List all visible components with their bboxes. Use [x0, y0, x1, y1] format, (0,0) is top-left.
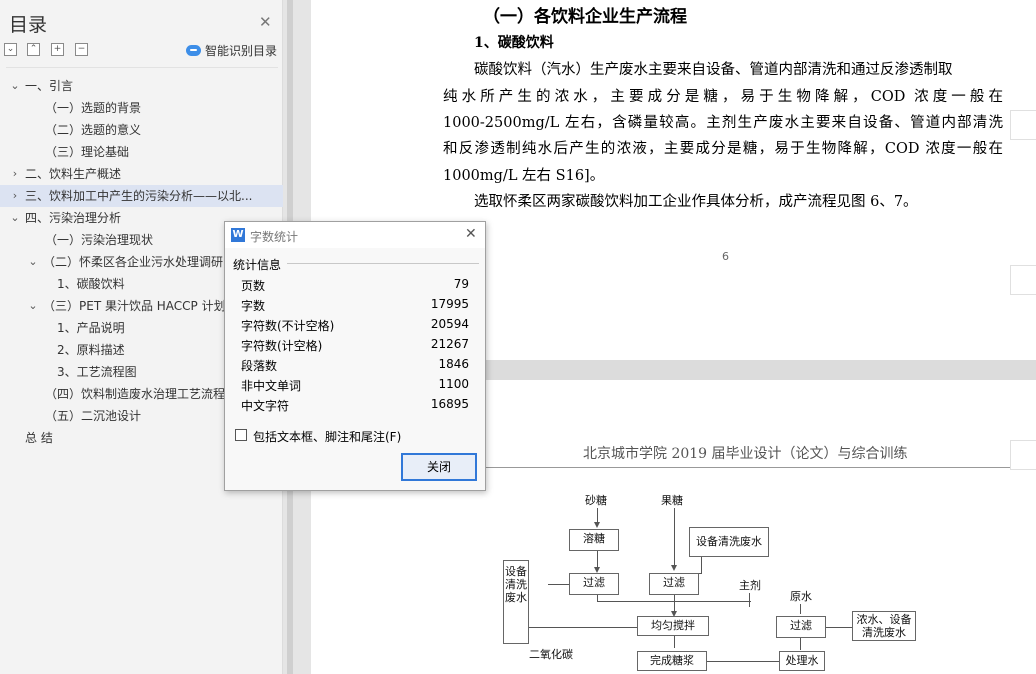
side-tool-button[interactable] — [1010, 265, 1036, 295]
paragraph-line: 和反渗透制纯水后产生的浓液，主要成分是糖，易于生物降解，COD 浓度一般在 — [443, 141, 1003, 157]
expand-all-icon[interactable]: ⌃ — [27, 43, 40, 56]
flow-box-side-wash: 设备清洗废水 — [503, 560, 529, 644]
paragraph-line: 1000mg/L 左右 S16]。 — [443, 168, 605, 184]
dialog-titlebar[interactable]: W 字数统计 ✕ — [225, 222, 485, 248]
stat-value: 1100 — [438, 377, 469, 391]
stat-label: 非中文单词 — [241, 379, 302, 393]
stat-value: 21267 — [430, 337, 469, 351]
chevron-right-icon[interactable]: › — [9, 185, 21, 207]
wps-writer-icon: W — [231, 228, 245, 242]
divider — [6, 67, 278, 68]
stat-value: 79 — [453, 277, 469, 291]
stat-value: 16895 — [430, 397, 469, 411]
stat-value: 17995 — [430, 297, 469, 311]
paragraph-line: 纯水所产生的浓水，主要成分是糖，易于生物降解，COD 浓度一般在 — [443, 89, 1003, 105]
flow-box-equipment-wash: 设备清洗废水 — [689, 527, 769, 557]
flow-box-filter: 过滤 — [776, 616, 826, 638]
paragraph-line: 选取怀柔区两家碳酸饮料加工企业作具体分析，成产流程见图 6、7。 — [474, 194, 918, 210]
stat-row: 字符数(不计空格) 20594 — [241, 317, 469, 337]
close-icon[interactable]: ✕ — [259, 13, 272, 31]
close-icon[interactable]: ✕ — [465, 226, 477, 242]
stat-row: 中文字符 16895 — [241, 397, 469, 417]
chevron-down-icon[interactable]: ⌄ — [27, 251, 39, 273]
flow-box-syrup: 完成糖浆 — [637, 651, 707, 671]
flowchart: 砂糖 果糖 溶糖 设备清洗废水 过滤 过滤 主剂 设备清洗废水 原水 均匀搅拌 … — [443, 480, 1008, 674]
toc-item[interactable]: （二）选题的意义 — [0, 119, 283, 141]
stat-value: 20594 — [430, 317, 469, 331]
cloud-icon — [186, 45, 201, 56]
stat-label: 字符数(计空格) — [241, 339, 323, 353]
dialog-title: 字数统计 — [250, 230, 299, 244]
toc-item-label: （一）选题的背景 — [45, 101, 142, 115]
stat-row: 字数 17995 — [241, 297, 469, 317]
stat-row: 段落数 1846 — [241, 357, 469, 377]
side-tool-button[interactable] — [1010, 440, 1036, 470]
stats-section-label: 统计信息 — [233, 258, 282, 272]
flow-box-treated-water: 处理水 — [779, 651, 825, 671]
toc-item[interactable]: （三）理论基础 — [0, 141, 283, 163]
flow-box-filter: 过滤 — [569, 573, 619, 595]
page-number: 6 — [722, 250, 729, 263]
chevron-down-icon[interactable]: ⌄ — [27, 295, 39, 317]
chevron-down-icon[interactable]: ⌄ — [9, 75, 21, 97]
flow-label-raw-water: 原水 — [790, 590, 812, 603]
collapse-all-icon[interactable]: ⌄ — [4, 43, 17, 56]
stat-row: 非中文单词 1100 — [241, 377, 469, 397]
stat-label: 页数 — [241, 279, 266, 293]
stat-label: 中文字符 — [241, 399, 290, 413]
remove-heading-icon[interactable]: − — [75, 43, 88, 56]
include-textbox-label[interactable]: 包括文本框、脚注和尾注(F) — [253, 428, 401, 445]
toc-item-label: （三）理论基础 — [45, 145, 130, 159]
toc-item-label: 一、引言 — [25, 79, 74, 93]
toc-item[interactable]: ⌄ 一、引言 — [0, 75, 283, 97]
header-rule — [443, 467, 1011, 468]
divider — [287, 263, 479, 264]
toc-item[interactable]: › 二、饮料生产概述 — [0, 163, 283, 185]
nav-title: 目录 — [9, 14, 48, 36]
toc-item-label: （二）选题的意义 — [45, 123, 142, 137]
flow-box-filter: 过滤 — [649, 573, 699, 595]
toc-item[interactable]: › 三、饮料加工中产生的污染分析——以北... — [0, 185, 283, 207]
side-tool-button[interactable] — [1010, 110, 1036, 140]
stat-label: 字符数(不计空格) — [241, 319, 335, 333]
include-textbox-checkbox[interactable] — [235, 429, 247, 441]
word-count-dialog: W 字数统计 ✕ 统计信息 页数 79 字数 17995 字符数(不计空格) 2… — [224, 221, 486, 491]
stat-label: 字数 — [241, 299, 266, 313]
paragraph-line: 1000-2500mg/L 左右，含磷量较高。主剂生产废水主要来自设备、管道内部… — [443, 115, 1003, 131]
sub-heading: 1、碳酸饮料 — [474, 35, 554, 51]
section-heading: （一）各饮料企业生产流程 — [483, 7, 687, 27]
add-heading-icon[interactable]: + — [51, 43, 64, 56]
close-button[interactable]: 关闭 — [401, 453, 477, 481]
toc-item[interactable]: （一）选题的背景 — [0, 97, 283, 119]
page-header: 北京城市学院 2019 届毕业设计（论文）与综合训练 — [583, 446, 908, 462]
flow-label-main-agent: 主剂 — [739, 579, 761, 592]
stat-label: 段落数 — [241, 359, 278, 373]
stat-row: 页数 79 — [241, 277, 469, 297]
flow-box-concentrate: 浓水、设备清洗废水 — [852, 611, 916, 641]
stat-value: 1846 — [438, 357, 469, 371]
toc-item-label: 二、饮料生产概述 — [25, 167, 122, 181]
flow-label-co2: 二氧化碳 — [529, 648, 573, 661]
flow-label-sugar: 砂糖 — [585, 494, 607, 507]
paragraph-line: 碳酸饮料（汽水）生产废水主要来自设备、管道内部清洗和通过反渗透制取 — [474, 62, 953, 78]
flow-box-dissolve: 溶糖 — [569, 529, 619, 551]
stat-row: 字符数(计空格) 21267 — [241, 337, 469, 357]
chevron-right-icon[interactable]: › — [9, 163, 21, 185]
flow-box-mix: 均匀搅拌 — [637, 616, 709, 636]
flow-label-fructose: 果糖 — [661, 494, 683, 507]
toc-item-label: 三、饮料加工中产生的污染分析——以北... — [25, 189, 253, 203]
smart-toc-button[interactable]: 智能识别目录 — [186, 42, 277, 59]
smart-toc-label: 智能识别目录 — [205, 44, 278, 58]
chevron-down-icon[interactable]: ⌄ — [9, 207, 21, 229]
